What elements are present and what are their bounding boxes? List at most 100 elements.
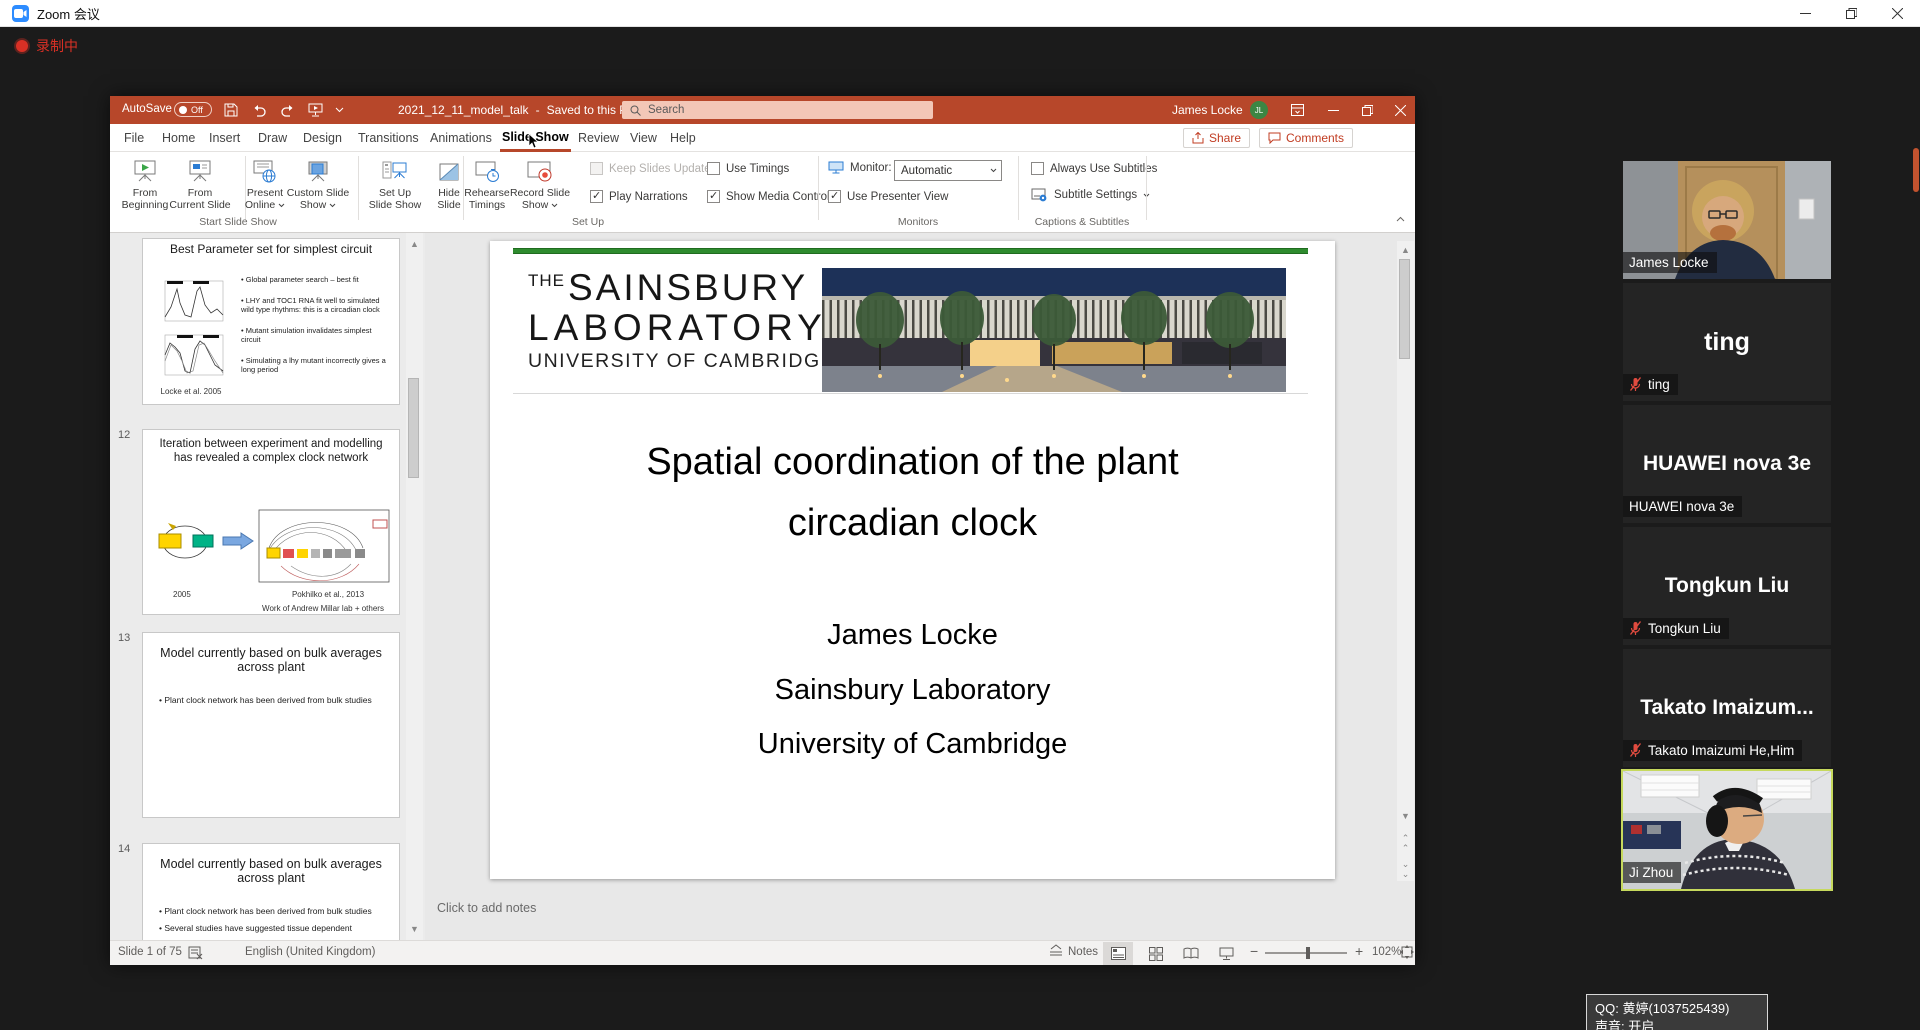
scrollbar-thumb[interactable] xyxy=(1399,259,1410,359)
participant-tile-huawei-nova-3e[interactable]: HUAWEI nova 3e HUAWEI nova 3e xyxy=(1623,405,1831,523)
account-name: James Locke xyxy=(1172,103,1243,117)
checkbox-show-media-controls[interactable]: Show Media Controls xyxy=(707,190,835,203)
current-slide[interactable]: THESAINSBURY LABORATORY UNIVERSITY OF CA… xyxy=(490,241,1335,879)
monitor-dropdown[interactable]: Automatic xyxy=(894,160,1002,181)
ppt-minimize-icon[interactable] xyxy=(1318,96,1348,124)
reading-view-icon[interactable] xyxy=(1176,942,1206,965)
zoom-logo-icon xyxy=(12,5,29,22)
muted-mic-icon xyxy=(1629,621,1642,636)
tab-design[interactable]: Design xyxy=(301,124,344,152)
participant-name-label: ting xyxy=(1623,374,1678,395)
close-icon[interactable] xyxy=(1874,0,1920,27)
subtitle-settings-button[interactable]: Subtitle Settings xyxy=(1031,188,1150,202)
tab-animations[interactable]: Animations xyxy=(428,124,494,152)
slide-sorter-view-icon[interactable] xyxy=(1141,942,1171,965)
checkbox-use-timings[interactable]: Use Timings xyxy=(707,162,789,175)
tab-transitions[interactable]: Transitions xyxy=(356,124,421,152)
recording-label: 录制中 xyxy=(36,36,78,56)
save-icon[interactable] xyxy=(222,101,240,119)
participant-tile-james-locke[interactable]: James Locke xyxy=(1623,161,1831,279)
thumb-bullet: Plant clock network has been derived fro… xyxy=(159,695,383,705)
search-input[interactable]: Search xyxy=(622,101,933,119)
participant-tile-ji-zhou[interactable]: Ji Zhou xyxy=(1623,771,1831,889)
zoom-in-icon[interactable]: + xyxy=(1355,943,1363,959)
participant-name-label: Ji Zhou xyxy=(1623,862,1681,883)
restore-icon[interactable] xyxy=(1828,0,1874,27)
autosave-toggle[interactable]: Off xyxy=(174,102,212,117)
search-placeholder: Search xyxy=(648,104,684,116)
toggle-knob-icon xyxy=(179,106,187,114)
tab-view[interactable]: View xyxy=(628,124,659,152)
ppt-close-icon[interactable] xyxy=(1385,96,1415,124)
checkbox-label: Play Narrations xyxy=(609,191,688,203)
search-icon xyxy=(630,105,641,116)
slide-scrollbar[interactable]: ▲ ▼ ⌃⌃ ⌄⌄ xyxy=(1397,241,1414,881)
account-avatar[interactable]: JL xyxy=(1250,101,1268,119)
participant-name-label: Takato Imaizumi He,Him xyxy=(1623,740,1802,761)
undo-icon[interactable] xyxy=(250,101,268,119)
tab-home[interactable]: Home xyxy=(160,124,197,152)
edge-scroll-indicator[interactable] xyxy=(1913,148,1919,192)
slide-thumbnail-11[interactable]: Best Parameter set for simplest circuit … xyxy=(142,238,400,405)
checkbox-keep-slides-updated[interactable]: Keep Slides Updated xyxy=(590,162,717,175)
thumb-title: Model currently based on bulk averages a… xyxy=(143,633,399,674)
tab-help[interactable]: Help xyxy=(668,124,698,152)
group-label-monitors: Monitors xyxy=(858,216,978,228)
share-button[interactable]: Share xyxy=(1183,128,1250,148)
scrollbar-thumb[interactable] xyxy=(408,378,419,478)
slide-thumbnail-13[interactable]: Model currently based on bulk averages a… xyxy=(142,632,400,818)
thumb-bullet: Global parameter search – best fit xyxy=(241,275,393,284)
zoom-level[interactable]: 102% xyxy=(1372,946,1401,958)
chevron-down-icon xyxy=(990,168,997,173)
comments-button[interactable]: Comments xyxy=(1259,128,1353,148)
minimize-icon[interactable] xyxy=(1782,0,1828,27)
ribbon-display-options-icon[interactable] xyxy=(1282,96,1312,124)
tab-file[interactable]: File xyxy=(122,124,146,152)
tab-draw[interactable]: Draw xyxy=(256,124,289,152)
chevron-down-icon xyxy=(551,203,558,208)
language-indicator[interactable]: English (United Kingdom) xyxy=(245,946,375,958)
recording-dot-icon xyxy=(16,40,28,52)
participant-tile-tongkun-liu[interactable]: Tongkun Liu Tongkun Liu xyxy=(1623,527,1831,645)
thumb-number: 14 xyxy=(118,843,130,855)
normal-view-icon[interactable] xyxy=(1103,942,1133,965)
autosave-state: Off xyxy=(191,105,203,115)
slide-thumbnail-14[interactable]: Model currently based on bulk averages a… xyxy=(142,843,400,940)
next-slide-icon[interactable]: ⌄⌄ xyxy=(1397,859,1414,879)
tab-review[interactable]: Review xyxy=(576,124,621,152)
slide-thumbnail-12[interactable]: Iteration between experiment and modelli… xyxy=(142,429,400,615)
zoom-out-icon[interactable]: − xyxy=(1250,943,1258,959)
participant-tile-ting[interactable]: ting ting xyxy=(1623,283,1831,401)
tab-insert[interactable]: Insert xyxy=(207,124,242,152)
thumbnail-scrollbar[interactable]: ▲ ▼ xyxy=(406,233,423,940)
start-slideshow-icon[interactable] xyxy=(306,101,324,119)
notes-placeholder[interactable]: Click to add notes xyxy=(437,901,536,915)
slideshow-view-icon[interactable] xyxy=(1211,942,1241,965)
muted-mic-icon xyxy=(1629,377,1642,392)
quick-access-caret-icon[interactable] xyxy=(330,101,348,119)
logo-name2: LABORATORY xyxy=(528,308,835,348)
record-slide-show-button[interactable]: Record Slide Show xyxy=(494,156,586,211)
zoom-slider-thumb[interactable] xyxy=(1306,947,1310,959)
checkbox-always-use-subtitles[interactable]: Always Use Subtitles xyxy=(1031,162,1157,175)
checkbox-icon xyxy=(828,190,841,203)
group-label-set-up: Set Up xyxy=(528,216,648,228)
scroll-down-icon[interactable]: ▼ xyxy=(1397,809,1414,823)
checkbox-play-narrations[interactable]: Play Narrations xyxy=(590,190,688,203)
previous-slide-icon[interactable]: ⌃⌃ xyxy=(1397,833,1414,853)
fit-to-window-icon[interactable] xyxy=(1400,945,1414,962)
scroll-up-icon[interactable]: ▲ xyxy=(406,237,423,251)
checkbox-use-presenter-view[interactable]: Use Presenter View xyxy=(828,190,948,203)
spellcheck-icon[interactable] xyxy=(188,945,203,963)
ppt-restore-icon[interactable] xyxy=(1352,96,1382,124)
notes-label[interactable]: Notes xyxy=(1068,946,1098,958)
qq-line1: QQ: 黄婷(1037525439) xyxy=(1595,1000,1759,1018)
notes-button[interactable] xyxy=(1048,944,1064,959)
checkbox-icon xyxy=(590,162,603,175)
scroll-up-icon[interactable]: ▲ xyxy=(1397,243,1414,257)
collapse-ribbon-icon[interactable] xyxy=(1396,214,1405,225)
checkbox-label: Keep Slides Updated xyxy=(609,163,717,175)
redo-icon[interactable] xyxy=(278,101,296,119)
participant-tile-takato-imaizumi[interactable]: Takato Imaizum... Takato Imaizumi He,Him xyxy=(1623,649,1831,767)
scroll-down-icon[interactable]: ▼ xyxy=(406,922,423,936)
